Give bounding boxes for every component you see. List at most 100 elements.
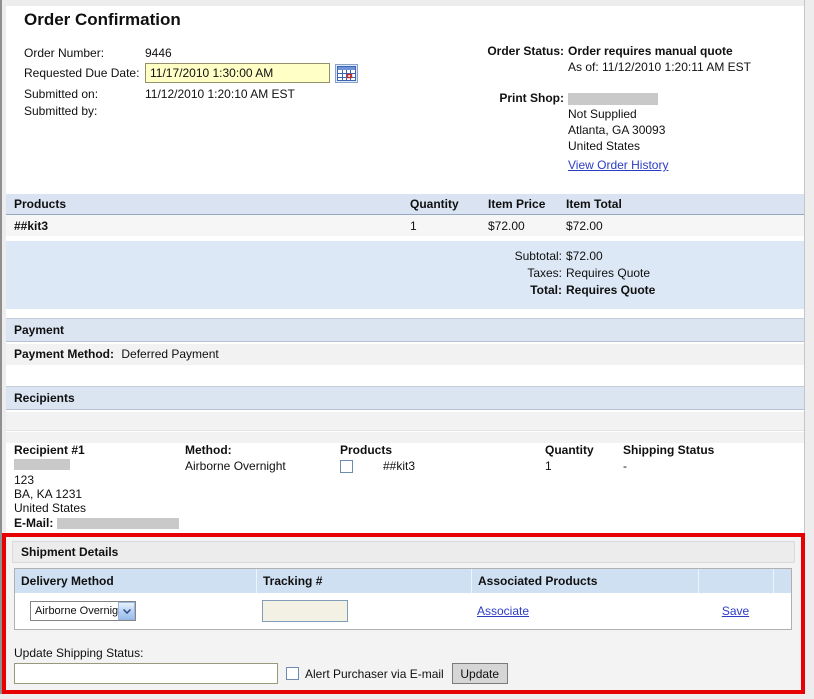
order-status-value: Order requires manual quote [568, 44, 733, 60]
delivery-method-value: Airborne Overnight [35, 605, 127, 617]
print-shop-label: Print Shop: [420, 91, 568, 107]
update-shipping-status-row: Alert Purchaser via E-mail Update [14, 663, 801, 684]
shipping-status-value: - [623, 459, 714, 473]
tracking-number-input[interactable] [262, 600, 348, 622]
recipient-method-block: Method: Airborne Overnight [185, 443, 286, 473]
submitted-on-value: 11/12/2010 1:20:10 AM EST [145, 87, 295, 101]
recipient-quantity-block: Quantity 1 [545, 443, 594, 473]
alert-purchaser-checkbox[interactable] [286, 667, 299, 680]
update-button[interactable]: Update [452, 663, 508, 684]
page-edge-top [0, 0, 814, 6]
shipment-table-header: Delivery Method Tracking # Associated Pr… [15, 569, 791, 593]
products-section: Products Quantity Item Price Item Total … [6, 194, 804, 309]
shipment-details-highlight: Shipment Details Delivery Method Trackin… [2, 533, 805, 694]
page-title: Order Confirmation [24, 10, 181, 30]
order-number-label: Order Number: [24, 46, 145, 60]
col-delivery-method: Delivery Method [15, 569, 256, 593]
product-name: ##kit3 [14, 219, 410, 233]
order-info-block: Order Number: 9446 Requested Due Date: S… [24, 44, 359, 119]
col-item-price: Item Price [488, 197, 566, 211]
order-number-row: Order Number: 9446 [24, 44, 359, 61]
col-associated-products: Associated Products [471, 569, 698, 593]
recipient-address-block: Recipient #1 123 BA, KA 1231 United Stat… [14, 443, 179, 530]
payment-method-value: Deferred Payment [121, 347, 218, 361]
col-tracking: Tracking # [256, 569, 471, 593]
recipient-product-name: ##kit3 [383, 459, 415, 473]
submitted-by-label: Submitted by: [24, 104, 145, 118]
submitted-on-label: Submitted on: [24, 87, 145, 101]
view-order-history-link[interactable]: View Order History [568, 158, 668, 174]
order-status-row: Order Status: Order requires manual quot… [420, 44, 804, 60]
col-products: Products [14, 197, 410, 211]
update-shipping-status-input[interactable] [14, 663, 278, 684]
method-value: Airborne Overnight [185, 459, 286, 473]
product-quantity: 1 [410, 219, 488, 233]
status-as-of-row: As of: 11/12/2010 1:20:11 AM EST [420, 60, 804, 76]
print-shop-address-line2: Atlanta, GA 30093 [568, 123, 665, 139]
recipients-section-header: Recipients [6, 386, 804, 410]
recipient-address1: 123 [14, 473, 179, 487]
recipient-quantity-value: 1 [545, 459, 594, 473]
recipients-subrow [6, 432, 804, 443]
recipient-address2: BA, KA 1231 [14, 487, 179, 501]
order-number-value: 9446 [145, 46, 172, 60]
redacted-print-shop-name [568, 93, 658, 105]
due-date-row: Requested Due Date: [24, 61, 359, 85]
total-row: Total: Requires Quote [6, 282, 804, 299]
products-table-header: Products Quantity Item Price Item Total [6, 194, 804, 215]
recipient-products-block: Products ##kit3 [340, 443, 415, 473]
product-checkbox[interactable] [340, 460, 353, 473]
taxes-label: Taxes: [6, 265, 562, 282]
chevron-down-icon[interactable] [118, 602, 135, 620]
print-shop-row: Print Shop: [420, 91, 804, 107]
save-link[interactable]: Save [722, 604, 749, 618]
total-value: Requires Quote [562, 282, 804, 299]
submitted-on-row: Submitted on: 11/12/2010 1:20:10 AM EST [24, 85, 359, 102]
product-price: $72.00 [488, 219, 566, 233]
recipients-toolbar-row [6, 412, 804, 431]
recipient-products-label: Products [340, 443, 415, 457]
product-total: $72.00 [566, 219, 804, 233]
subtotal-row: Subtotal: $72.00 [6, 248, 804, 265]
subtotal-value: $72.00 [562, 248, 804, 265]
taxes-value: Requires Quote [562, 265, 804, 282]
email-label: E-Mail: [14, 516, 53, 530]
print-shop-address-line1: Not Supplied [568, 107, 637, 123]
product-row: ##kit3 1 $72.00 $72.00 [6, 215, 804, 236]
subtotal-label: Subtotal: [6, 248, 562, 265]
submitted-by-row: Submitted by: [24, 102, 359, 119]
shipment-table: Delivery Method Tracking # Associated Pr… [14, 568, 792, 630]
payment-method-row: Payment Method: Deferred Payment [6, 344, 804, 365]
delivery-method-select[interactable]: Airborne Overnight [30, 601, 136, 621]
shipment-table-row: Airborne Overnight Associate Save [15, 593, 791, 629]
shipping-status-block: Shipping Status - [623, 443, 714, 473]
payment-section-header: Payment [6, 318, 804, 342]
print-shop-address-line3: United States [568, 139, 640, 155]
order-summary: Subtotal: $72.00 Taxes: Requires Quote T… [6, 241, 804, 309]
col-quantity: Quantity [410, 197, 488, 211]
due-date-input[interactable] [145, 63, 330, 83]
recipient-title: Recipient #1 [14, 443, 179, 457]
redacted-email [57, 518, 179, 529]
associate-link[interactable]: Associate [477, 604, 529, 618]
page-edge-right [804, 0, 814, 699]
update-shipping-status-label: Update Shipping Status: [14, 646, 801, 660]
calendar-icon[interactable] [335, 63, 359, 83]
order-status-label: Order Status: [420, 44, 568, 60]
due-date-label: Requested Due Date: [24, 66, 145, 80]
recipient-address3: United States [14, 501, 179, 515]
redacted-recipient-name [14, 459, 70, 470]
taxes-row: Taxes: Requires Quote [6, 265, 804, 282]
payment-method-label: Payment Method: [14, 347, 114, 361]
recipient-quantity-label: Quantity [545, 443, 594, 457]
col-item-total: Item Total [566, 197, 804, 211]
col-save [698, 569, 773, 593]
alert-purchaser-label: Alert Purchaser via E-mail [305, 667, 444, 681]
recipient-email-row: E-Mail: [14, 516, 179, 530]
method-label: Method: [185, 443, 286, 457]
total-label: Total: [6, 282, 562, 299]
page-edge-bottom [0, 694, 814, 699]
col-spare [773, 569, 791, 593]
status-as-of: As of: 11/12/2010 1:20:11 AM EST [568, 60, 751, 76]
shipping-status-label: Shipping Status [623, 443, 714, 457]
